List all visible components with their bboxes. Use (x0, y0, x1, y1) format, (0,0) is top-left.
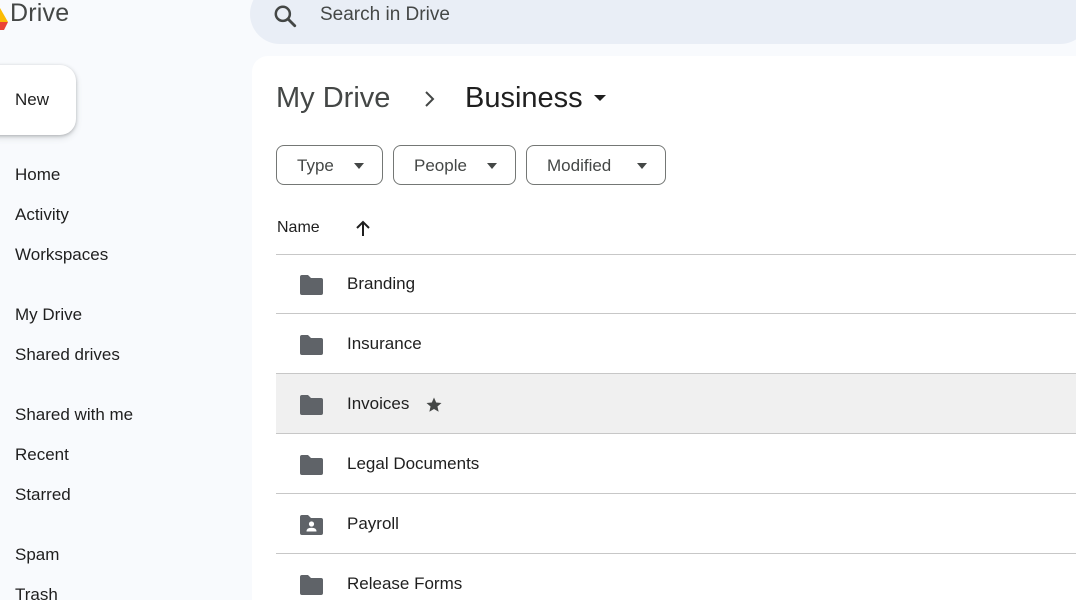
sidebar-item-spam[interactable]: Spam (15, 541, 59, 569)
filter-people-label: People (414, 156, 467, 175)
arrow-up-icon[interactable] (353, 219, 373, 239)
search-input[interactable] (320, 0, 920, 30)
filter-type[interactable]: Type (276, 145, 383, 185)
new-button[interactable]: New (0, 65, 76, 135)
sidebar-item-recent[interactable]: Recent (15, 441, 69, 469)
sidebar-item-shared-drives[interactable]: Shared drives (15, 341, 120, 369)
sidebar-item-activity[interactable]: Activity (15, 201, 69, 229)
folder-icon (300, 335, 323, 355)
filter-modified[interactable]: Modified (526, 145, 666, 185)
file-name: Legal Documents (347, 454, 480, 473)
shared-folder-icon (300, 515, 323, 535)
file-name: Branding (347, 274, 416, 293)
filter-people[interactable]: People (393, 145, 516, 185)
breadcrumb-root[interactable]: My Drive (276, 82, 390, 115)
folder-icon (300, 275, 323, 295)
file-row[interactable]: Payroll (276, 494, 1076, 554)
sidebar-item-workspaces[interactable]: Workspaces (15, 241, 108, 269)
caret-down-icon (487, 163, 497, 169)
breadcrumb-current[interactable]: Business (465, 82, 583, 115)
file-row[interactable]: Legal Documents (276, 434, 1076, 494)
file-list: Branding Insurance Invoices Legal Docume… (276, 254, 1076, 600)
file-row[interactable]: Branding (276, 254, 1076, 314)
sidebar-item-shared-with-me[interactable]: Shared with me (15, 401, 133, 429)
drive-logo-icon (0, 8, 8, 30)
chevron-right-icon (425, 91, 435, 107)
sidebar-item-my-drive[interactable]: My Drive (15, 301, 82, 329)
app-name: Drive (10, 0, 70, 27)
sidebar-item-starred[interactable]: Starred (15, 481, 71, 509)
drive-app: Drive New Home Activity Workspaces My Dr… (0, 0, 1076, 600)
file-row[interactable]: Insurance (276, 314, 1076, 374)
file-name: Insurance (347, 334, 422, 353)
main-panel: My Drive Business Type People Modified N… (252, 56, 1076, 600)
caret-down-icon (637, 163, 647, 169)
sidebar-item-home[interactable]: Home (15, 161, 60, 189)
folder-icon (300, 395, 323, 415)
star-icon (426, 397, 442, 412)
filter-type-label: Type (297, 156, 334, 175)
file-name: Release Forms (347, 574, 463, 593)
caret-down-icon (354, 163, 364, 169)
sidebar-item-trash[interactable]: Trash (15, 581, 58, 600)
caret-down-icon[interactable] (592, 93, 608, 103)
folder-icon (300, 455, 323, 475)
filter-modified-label: Modified (547, 156, 612, 175)
file-name: Payroll (347, 514, 399, 533)
column-header-name[interactable]: Name (277, 219, 320, 237)
search-bar[interactable] (250, 0, 1076, 44)
drive-logo[interactable]: Drive (0, 0, 69, 30)
file-row[interactable]: Release Forms (276, 554, 1076, 600)
file-name: Invoices (347, 394, 410, 413)
file-row[interactable]: Invoices (276, 374, 1076, 434)
folder-icon (300, 575, 323, 595)
new-button-label: New (15, 90, 50, 109)
search-icon[interactable] (272, 3, 298, 29)
